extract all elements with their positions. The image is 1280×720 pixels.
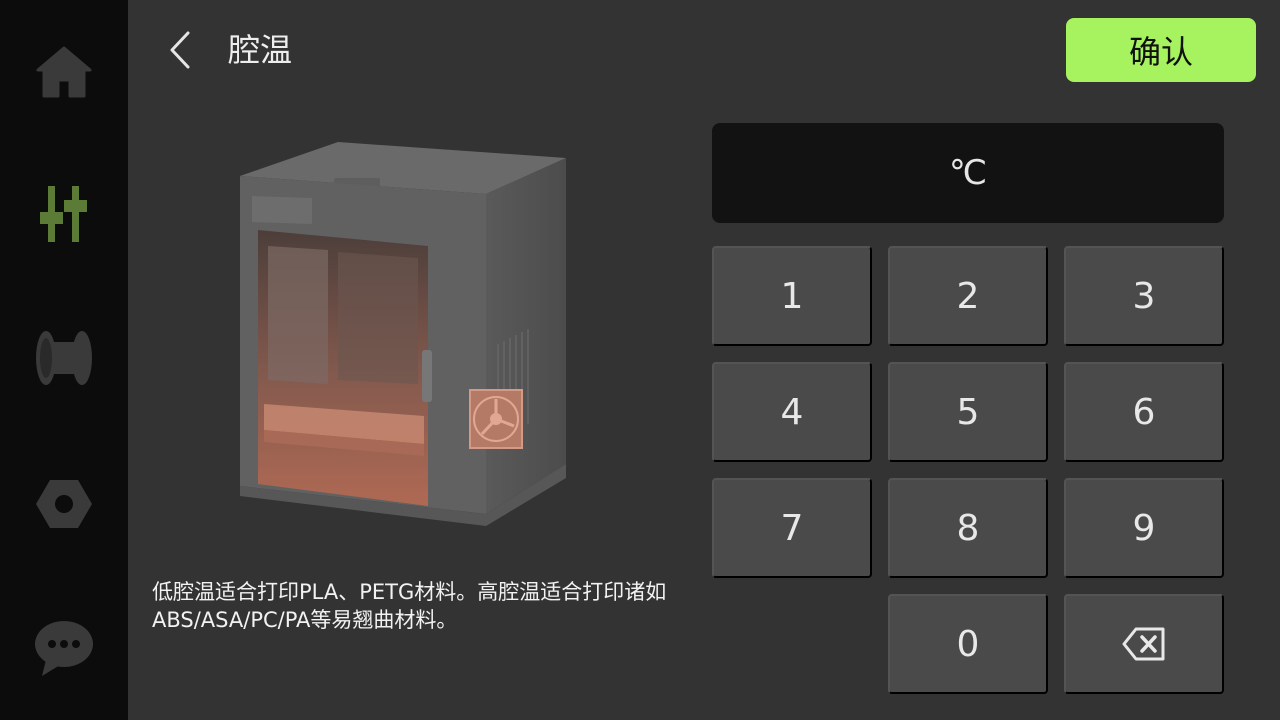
- keypad-key-8[interactable]: 8: [888, 478, 1048, 578]
- home-icon: [36, 46, 92, 98]
- keypad-backspace-button[interactable]: [1064, 594, 1224, 694]
- chat-icon: [35, 621, 93, 676]
- keypad-key-1[interactable]: 1: [712, 246, 872, 346]
- sidebar-item-controls[interactable]: [24, 174, 104, 254]
- temperature-unit: ℃: [948, 153, 988, 193]
- sidebar-item-filament[interactable]: [24, 318, 104, 398]
- keypad-key-4[interactable]: 4: [712, 362, 872, 462]
- chevron-left-icon: [170, 31, 190, 69]
- keypad-key-9[interactable]: 9: [1064, 478, 1224, 578]
- keypad-key-3[interactable]: 3: [1064, 246, 1224, 346]
- printer-illustration: [228, 134, 578, 534]
- chamber-temp-description: 低腔温适合打印PLA、PETG材料。高腔温适合打印诸如ABS/ASA/PC/PA…: [152, 580, 667, 632]
- filament-spool-icon: [36, 331, 92, 385]
- keypad-key-2[interactable]: 2: [888, 246, 1048, 346]
- back-button[interactable]: [158, 26, 202, 74]
- page-title: 腔温: [228, 31, 293, 69]
- backspace-icon: [1122, 627, 1165, 661]
- sidebar-item-settings[interactable]: [24, 464, 104, 544]
- keypad-key-7[interactable]: 7: [712, 478, 872, 578]
- confirm-button[interactable]: 确认: [1066, 18, 1256, 82]
- temperature-input-display[interactable]: ℃: [712, 123, 1224, 223]
- sidebar-nav: [0, 0, 128, 720]
- keypad-key-5[interactable]: 5: [888, 362, 1048, 462]
- sidebar-item-chat[interactable]: [24, 608, 104, 688]
- keypad-key-6[interactable]: 6: [1064, 362, 1224, 462]
- sidebar-item-home[interactable]: [24, 32, 104, 112]
- settings-nut-icon: [36, 480, 92, 528]
- keypad-key-0[interactable]: 0: [888, 594, 1048, 694]
- controls-icon: [40, 186, 87, 242]
